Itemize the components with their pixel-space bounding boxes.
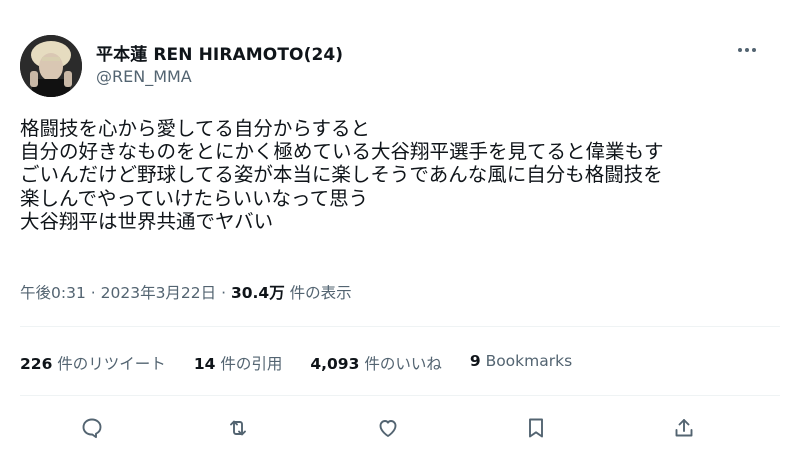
engagement-stats: 226 件のリツイート 14 件の引用 4,093 件のいいね 9 Bookma… <box>20 352 600 374</box>
likes-stat[interactable]: 4,093 件のいいね <box>310 352 441 374</box>
bookmarks-count: 9 <box>469 352 481 370</box>
likes-label: 件のいいね <box>364 355 442 373</box>
bookmarks-label: Bookmarks <box>485 352 573 370</box>
bookmarks-stat[interactable]: 9 Bookmarks <box>470 352 572 374</box>
tweet-text: 格闘技を心から愛してる自分からすると 自分の好きなものをとにかく極めている大谷翔… <box>20 117 790 233</box>
profile-photo-icon <box>20 35 82 97</box>
tweet-card: 平本蓮 REN HIRAMOTO(24) @REN_MMA 格闘技を心から愛して… <box>0 0 800 467</box>
reply-icon[interactable] <box>74 410 110 446</box>
tweet-text-line: 楽しんでやっていけたらいいなって思う <box>20 186 369 210</box>
quotes-label: 件の引用 <box>220 355 283 373</box>
quotes-stat[interactable]: 14 件の引用 <box>194 352 283 374</box>
tweet-text-line: 格闘技を心から愛してる自分からすると <box>20 117 371 140</box>
retweet-icon[interactable] <box>220 410 256 446</box>
more-dot <box>745 48 749 52</box>
divider <box>20 326 780 327</box>
meta-separator: · <box>90 284 96 302</box>
tweet-time[interactable]: 午後0:31 <box>20 284 86 302</box>
likes-count: 4,093 <box>310 355 360 373</box>
retweets-stat[interactable]: 226 件のリツイート <box>20 352 166 374</box>
tweet-text-line: 自分の好きなものをとにかく極めている大谷翔平選手を見てると偉業もす <box>20 140 664 164</box>
tweet-date[interactable]: 2023年3月22日 <box>101 284 217 302</box>
views-count: 30.4万 <box>230 284 285 302</box>
divider <box>20 395 780 396</box>
action-bar <box>0 410 800 446</box>
more-dot <box>738 48 742 52</box>
avatar[interactable] <box>20 35 82 97</box>
more-dot <box>752 48 756 52</box>
views-label: 件の表示 <box>289 284 352 302</box>
author-display-name[interactable]: 平本蓮 REN HIRAMOTO(24) <box>96 40 343 65</box>
retweets-count: 226 <box>20 355 53 373</box>
tweet-text-line: 大谷翔平は世界共通でヤバい <box>20 209 274 233</box>
tweet-meta: 午後0:31 · 2023年3月22日 · 30.4万 件の表示 <box>20 281 352 303</box>
share-icon[interactable] <box>666 410 702 446</box>
retweets-label: 件のリツイート <box>57 355 166 373</box>
more-horizontal-icon[interactable] <box>732 38 762 62</box>
tweet-text-line: ごいんだけど野球してる姿が本当に楽しそうであんな風に自分も格闘技を <box>20 163 663 187</box>
author-handle[interactable]: @REN_MMA <box>96 67 192 86</box>
bookmark-icon[interactable] <box>518 410 554 446</box>
like-icon[interactable] <box>370 410 406 446</box>
quotes-count: 14 <box>193 355 216 373</box>
